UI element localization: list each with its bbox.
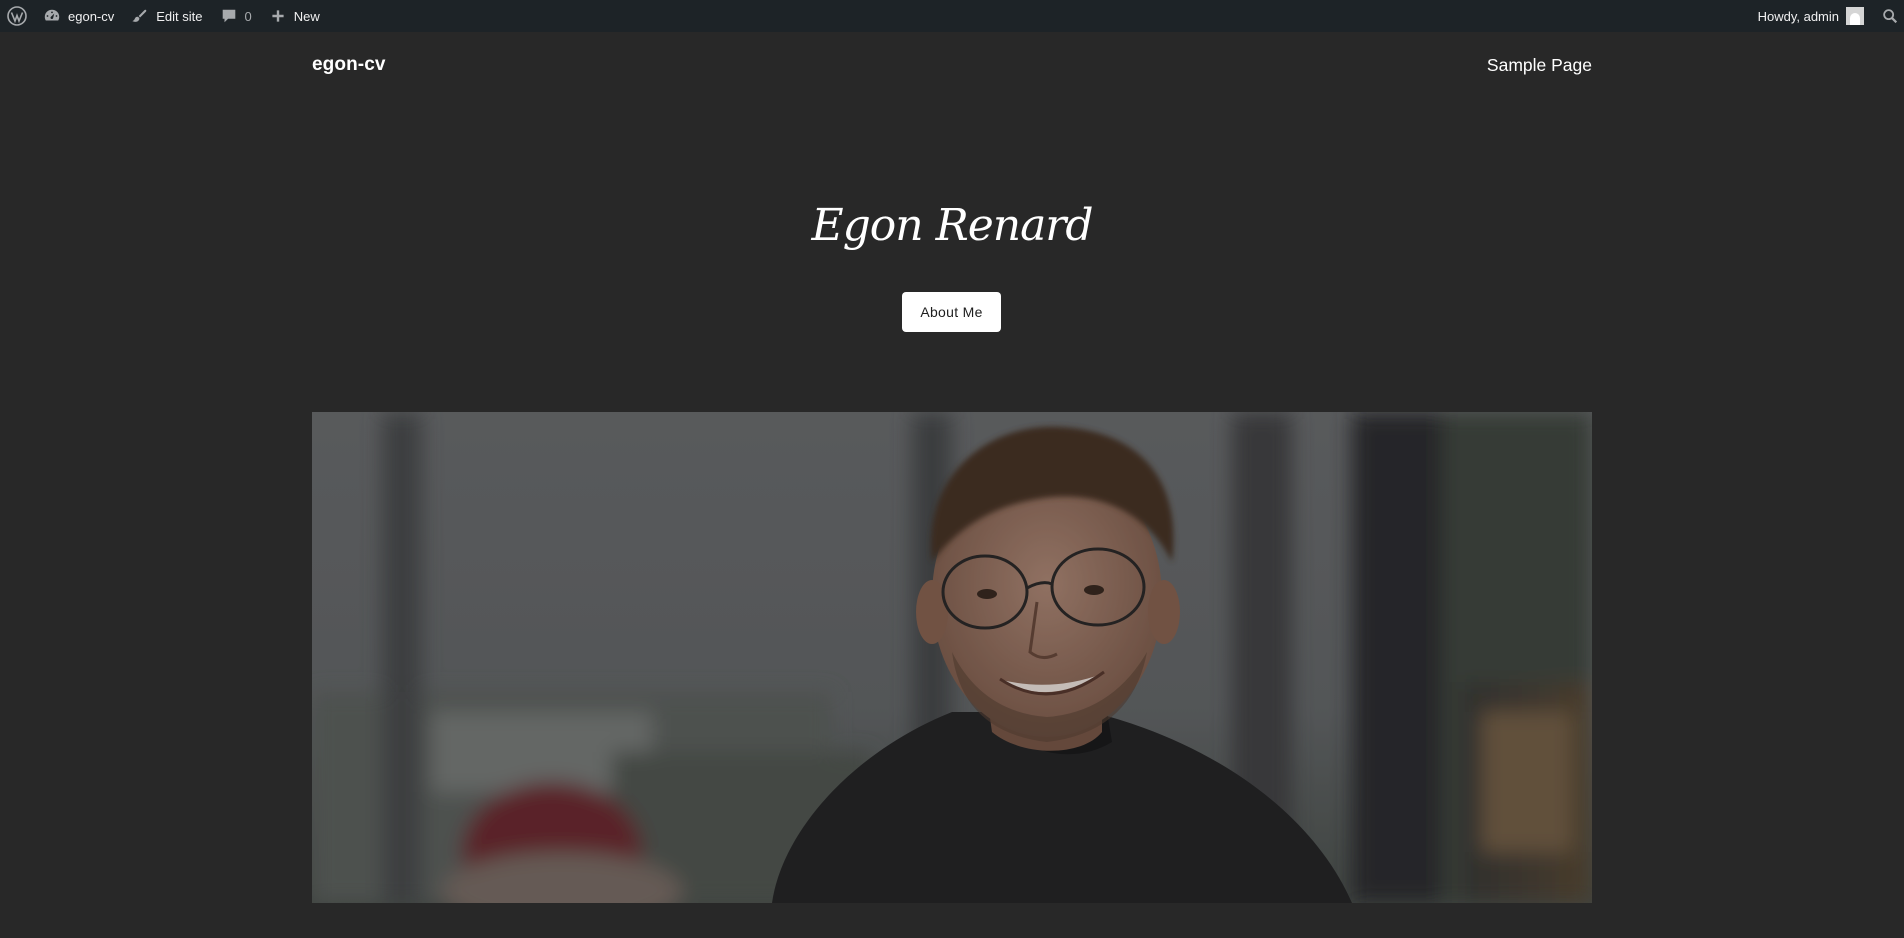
search-icon xyxy=(1880,6,1900,26)
new-label: New xyxy=(293,8,320,24)
howdy-label: Howdy, admin xyxy=(1757,8,1839,24)
admin-bar-edit-site[interactable]: Edit site xyxy=(122,0,210,32)
dashboard-icon xyxy=(42,6,62,26)
admin-bar-right: Howdy, admin xyxy=(1750,0,1904,32)
admin-bar-search[interactable] xyxy=(1872,0,1904,32)
featured-portrait-image xyxy=(312,412,1592,903)
edit-site-label: Edit site xyxy=(156,8,203,24)
avatar xyxy=(1846,7,1864,25)
comment-bubble-icon xyxy=(219,6,239,26)
wordpress-logo-icon xyxy=(7,6,27,26)
wp-admin-bar: egon-cv Edit site 0 New Howdy, admin xyxy=(0,0,1904,32)
plus-icon xyxy=(268,6,288,26)
admin-bar-my-account[interactable]: Howdy, admin xyxy=(1750,0,1872,32)
nav-item-sample-page[interactable]: Sample Page xyxy=(1487,55,1592,76)
site-name-label: egon-cv xyxy=(68,8,115,24)
admin-bar-new[interactable]: New xyxy=(260,0,328,32)
admin-bar-site-name[interactable]: egon-cv xyxy=(34,0,122,32)
page-title: Egon Renard xyxy=(811,200,1093,251)
brush-icon xyxy=(130,6,150,26)
admin-bar-left: egon-cv Edit site 0 New xyxy=(0,0,328,32)
about-me-button[interactable]: About Me xyxy=(902,292,1001,332)
comments-count: 0 xyxy=(244,8,252,24)
admin-bar-comments[interactable]: 0 xyxy=(211,0,260,32)
wordpress-menu[interactable] xyxy=(0,0,34,32)
site-title[interactable]: egon-cv xyxy=(312,54,386,76)
